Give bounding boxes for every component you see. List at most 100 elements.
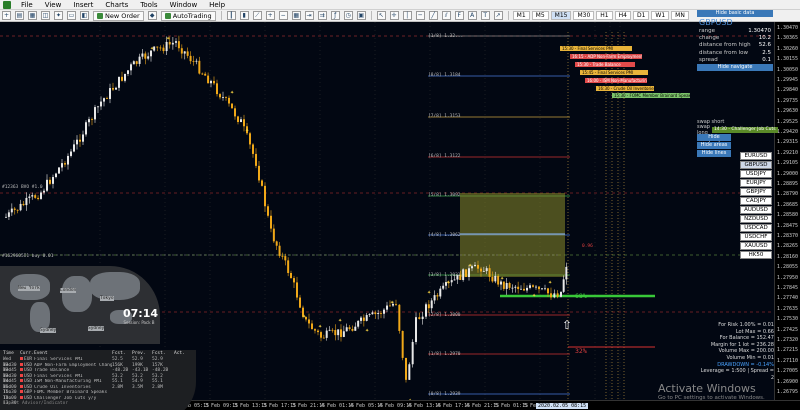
label-icon[interactable]: T (480, 11, 490, 20)
symbol-button[interactable]: NZDUSD (740, 215, 772, 223)
candle-body (290, 273, 292, 279)
zoom-out-icon[interactable]: − (278, 11, 288, 20)
market-watch-icon[interactable]: ▦ (28, 11, 37, 20)
menu-charts[interactable]: Charts (99, 0, 134, 10)
tile-windows-icon[interactable]: ▦ (291, 11, 301, 20)
tf-m15[interactable]: M15 (550, 11, 572, 20)
order-label: #12363 BVO #1.0 (2, 185, 43, 190)
hide-basic-data-button[interactable]: Hide basic data (697, 10, 773, 17)
price-tick-label: 1.28580 (776, 212, 798, 219)
candlestick-icon[interactable]: ▮ (239, 11, 249, 20)
news-event-bar[interactable]: 15:30 - Trade Balance (575, 62, 635, 67)
price-tick-label: 1.28370 (776, 233, 798, 239)
new-order-button[interactable]: New Order (93, 10, 144, 21)
tf-h4[interactable]: H4 (614, 11, 631, 20)
tf-d1[interactable]: D1 (632, 11, 650, 20)
text-icon[interactable]: A (467, 11, 477, 20)
tf-m5[interactable]: M5 (531, 11, 549, 20)
chart-area[interactable]: ✦✦✦✦✦✦✦✦✦✦✦✦✦✦✦✦ 1.304701.303651.302601.… (0, 22, 800, 410)
col-previous: Prev. (132, 351, 146, 356)
crosshair-icon[interactable]: ✛ (389, 11, 399, 20)
candle-body (82, 134, 84, 142)
candle-body (76, 139, 78, 145)
level-label: [1/8] 1.32... (428, 34, 464, 39)
menu-tools[interactable]: Tools (134, 0, 163, 10)
tf-w1[interactable]: W1 (651, 11, 670, 20)
news-event-bar[interactable]: 15:30 - FOMC Member Brainard Speaks (612, 93, 690, 98)
hide-navigate-button[interactable]: Hide navigate (697, 63, 773, 71)
bar-chart-icon[interactable]: ┃ (226, 11, 236, 20)
symbol-button[interactable]: USDCAD (740, 224, 772, 232)
fractal-arrow-icon: ✦ (150, 46, 154, 52)
symbol-button[interactable]: EURUSD (740, 152, 772, 160)
symbol-button[interactable]: XAUUSD (740, 242, 772, 250)
candle-body (28, 196, 31, 198)
arrows-icon[interactable]: ↗ (493, 11, 503, 20)
news-event-bar[interactable]: 16:00 - ISM Non-Manufacturing PMI (585, 78, 647, 83)
candle-body (210, 80, 212, 84)
new-chart-icon[interactable]: + (2, 11, 11, 20)
line-chart-icon[interactable]: ⟋ (252, 11, 262, 20)
candle-body (480, 268, 482, 272)
news-event-bar[interactable]: 16:15 - ADP Non-Farm Employment Change (570, 54, 642, 59)
news-event-tag[interactable]: 14:30 - Challenger Job Cuts (711, 126, 778, 133)
tf-mn[interactable]: MN (671, 11, 689, 20)
fibonacci-icon[interactable]: F (454, 11, 464, 20)
indicators-icon[interactable]: ƒ (330, 11, 340, 20)
horizontal-line-icon[interactable]: ─ (415, 11, 425, 20)
impact-icon (20, 384, 23, 388)
symbol-button[interactable]: USDJPY (740, 170, 772, 178)
chart-shift-icon[interactable]: ⇥ (304, 11, 314, 20)
autotrading-button[interactable]: AutoTrading (160, 10, 216, 21)
candle-body (192, 61, 195, 62)
zoom-in-icon[interactable]: + (265, 11, 275, 20)
candle-body (183, 51, 186, 54)
templates-icon[interactable]: ▣ (356, 11, 366, 20)
news-event-bar[interactable]: 16:30 - Crude Oil Inventories (596, 86, 654, 91)
hide-areas-button[interactable]: Hide areas (697, 142, 731, 149)
navigator-icon[interactable]: ✦ (54, 11, 63, 20)
symbol-button[interactable]: HK50 (740, 251, 772, 259)
fractal-arrow-icon: ✦ (302, 314, 306, 320)
cursor-icon[interactable]: ↖ (376, 11, 386, 20)
data-window-icon[interactable]: ◫ (41, 11, 50, 20)
price-scale[interactable]: 1.30470 1.30365 1.30260 1.30155 1.30050 1.299… (774, 22, 800, 400)
terminal-icon[interactable]: ▭ (67, 11, 76, 20)
symbol-button[interactable]: AUDUSD (740, 206, 772, 214)
equidistant-channel-icon[interactable]: ⫽ (441, 11, 451, 20)
metaeditor-icon[interactable]: ◆ (147, 11, 157, 20)
tf-m30[interactable]: M30 (573, 11, 595, 20)
candle-body (556, 293, 559, 297)
candle-body (49, 179, 51, 184)
candle-body (165, 41, 168, 52)
symbol-button[interactable]: USDCHF (740, 233, 772, 241)
vertical-line-icon[interactable]: │ (402, 11, 412, 20)
profiles-icon[interactable]: ▤ (15, 11, 24, 20)
candle-body (362, 317, 365, 321)
symbol-button[interactable]: GBPUSD (740, 161, 772, 169)
symbol-button[interactable]: GBPJPY (740, 188, 772, 196)
tf-m1[interactable]: M1 (512, 11, 530, 20)
candle-body (115, 87, 117, 90)
impact-icon (20, 357, 23, 360)
menu-file[interactable]: File (15, 0, 39, 10)
hide-lines-button[interactable]: Hide lines (697, 150, 731, 157)
menu-view[interactable]: View (39, 0, 68, 10)
menu-window[interactable]: Window (164, 0, 204, 10)
tf-h1[interactable]: H1 (596, 11, 613, 20)
menu-insert[interactable]: Insert (67, 0, 99, 10)
new-order-icon (97, 12, 103, 19)
candle-body (520, 288, 522, 290)
symbol-button[interactable]: EURJPY (740, 179, 772, 187)
news-event-bar[interactable]: 15:45 - Final Services PMI (580, 70, 648, 75)
strategy-tester-icon[interactable]: ◧ (80, 11, 89, 20)
hide-calendar-button[interactable]: Hide calendar (697, 134, 731, 147)
autoscroll-icon[interactable]: ⇉ (317, 11, 327, 20)
candle-body (216, 83, 218, 95)
periods-icon[interactable]: ◷ (343, 11, 353, 20)
news-event-bar[interactable]: 15:30 - Final Services PMI (560, 46, 632, 51)
news-table-body: Wed 13:30 EUR Final Services PMI 52.5 52.9 52… (0, 357, 196, 406)
menu-help[interactable]: Help (203, 0, 231, 10)
trendline-icon[interactable]: ╱ (428, 11, 438, 20)
symbol-button[interactable]: CADJPY (740, 197, 772, 205)
